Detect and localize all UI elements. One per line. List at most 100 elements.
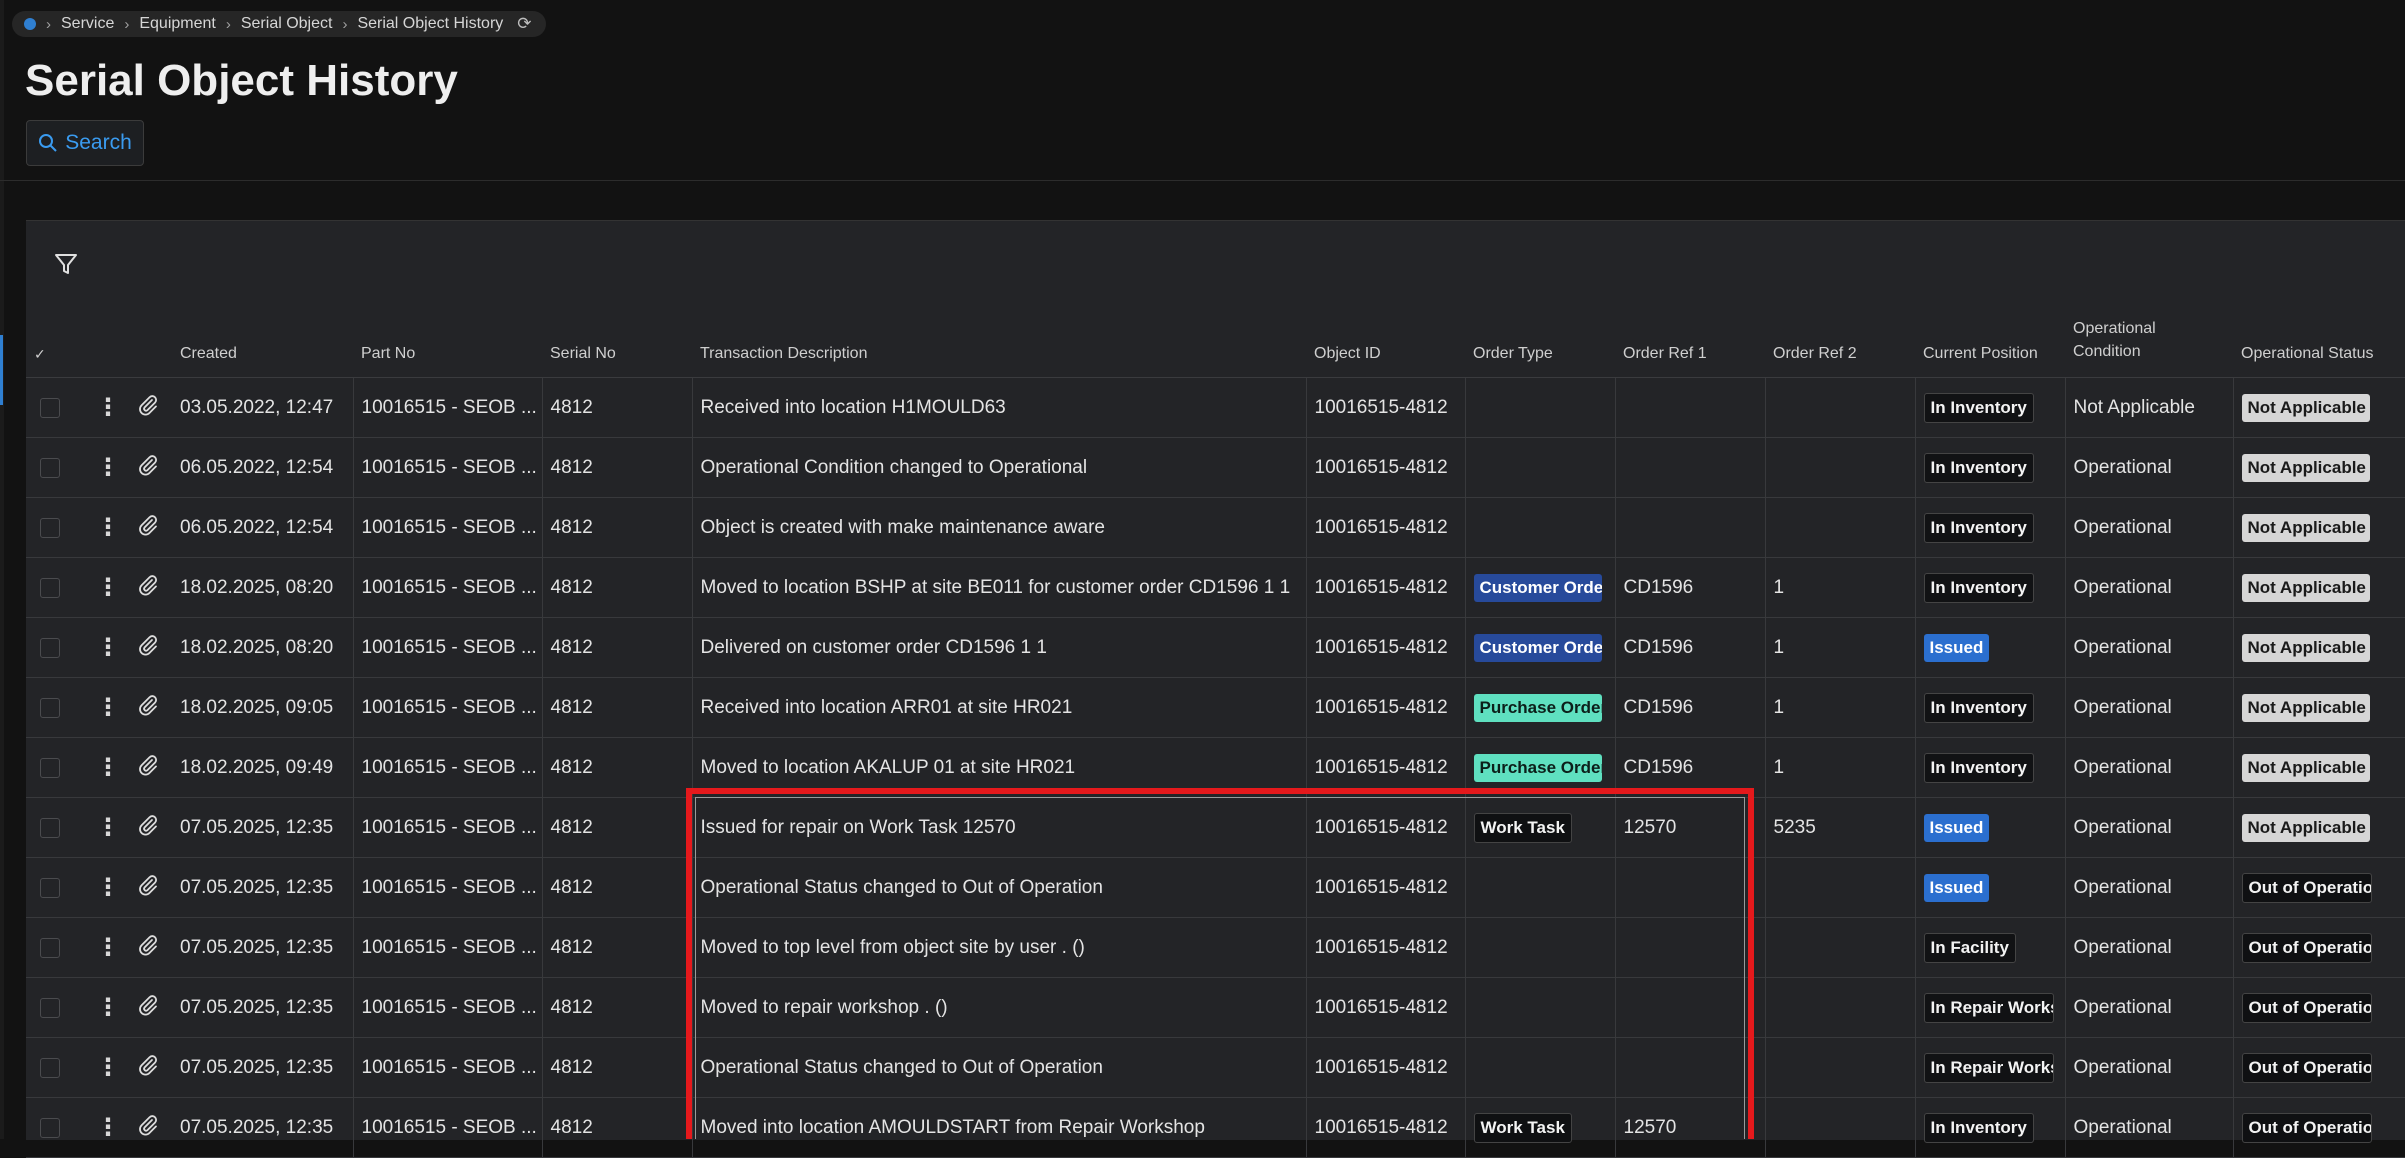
row-checkbox[interactable] [40, 1117, 60, 1138]
transaction-description-cell: Moved to location BSHP at site BE011 for… [691, 557, 1306, 618]
filter-icon[interactable] [53, 251, 79, 277]
paperclip-icon[interactable] [137, 754, 159, 776]
operational-condition-cell: Operational [2064, 737, 2233, 798]
column-header-part-no[interactable]: Part No [353, 301, 542, 378]
operational-status-badge: Not Applicable [2241, 393, 2370, 422]
column-header-transaction-description[interactable]: Transaction Description [692, 301, 1306, 378]
kebab-menu-icon[interactable]: ⋮ [96, 934, 117, 961]
part-no-link[interactable]: 10016515 - SEOB ... [352, 977, 542, 1038]
column-header-operational-condition[interactable]: Operational Condition [2065, 301, 2233, 378]
created-cell: 18.02.2025, 09:49 [172, 737, 353, 798]
paperclip-icon[interactable] [137, 634, 159, 656]
paperclip-icon[interactable] [137, 694, 159, 716]
order-ref-2-cell [1764, 437, 1915, 498]
row-checkbox[interactable] [40, 457, 60, 478]
search-button[interactable]: Search [26, 120, 144, 166]
part-no-link[interactable]: 10016515 - SEOB ... [352, 1037, 542, 1098]
row-checkbox[interactable] [40, 937, 60, 958]
transaction-description-cell: Delivered on customer order CD1596 1 1 [691, 617, 1306, 678]
column-header-order-type[interactable]: Order Type [1465, 301, 1615, 378]
kebab-menu-icon[interactable]: ⋮ [96, 514, 117, 541]
part-no-link[interactable]: 10016515 - SEOB ... [352, 557, 542, 618]
operational-status-badge: Not Applicable [2241, 453, 2370, 482]
paperclip-icon[interactable] [137, 394, 159, 416]
part-no-link[interactable]: 10016515 - SEOB ... [352, 497, 542, 558]
row-select-cell [26, 497, 70, 558]
row-checkbox[interactable] [40, 397, 60, 418]
table-row[interactable]: ⋮ 06.05.2022, 12:54 10016515 - SEOB ... … [26, 497, 2405, 558]
home-dot-icon[interactable] [24, 18, 36, 30]
created-cell: 03.05.2022, 12:47 [172, 377, 353, 438]
paperclip-icon[interactable] [137, 574, 159, 596]
part-no-link[interactable]: 10016515 - SEOB ... [352, 437, 542, 498]
part-no-link[interactable]: 10016515 - SEOB ... [352, 377, 542, 438]
operational-status-cell: Not Applicable [2232, 377, 2405, 438]
created-cell: 07.05.2025, 12:35 [172, 797, 353, 858]
serial-no-cell: 4812 [541, 497, 692, 558]
breadcrumb-item-service[interactable]: Service [61, 15, 114, 33]
paperclip-icon[interactable] [137, 994, 159, 1016]
kebab-menu-icon[interactable]: ⋮ [96, 814, 117, 841]
operational-condition-cell: Operational [2064, 977, 2233, 1038]
kebab-menu-icon[interactable]: ⋮ [96, 394, 117, 421]
column-header-object-id[interactable]: Object ID [1306, 301, 1465, 378]
actions-header [70, 301, 117, 378]
refresh-icon[interactable]: ⟳ [517, 14, 531, 34]
kebab-menu-icon[interactable]: ⋮ [96, 694, 117, 721]
operational-status-badge: Out of Operation [2241, 992, 2372, 1023]
row-checkbox[interactable] [40, 757, 60, 778]
table-row[interactable]: ⋮ 18.02.2025, 08:20 10016515 - SEOB ... … [26, 617, 2405, 678]
part-no-link[interactable]: 10016515 - SEOB ... [352, 917, 542, 978]
kebab-menu-icon[interactable]: ⋮ [96, 754, 117, 781]
breadcrumb-item-equipment[interactable]: Equipment [139, 15, 216, 33]
kebab-menu-icon[interactable]: ⋮ [96, 994, 117, 1021]
part-no-link[interactable]: 10016515 - SEOB ... [352, 677, 542, 738]
part-no-link[interactable]: 10016515 - SEOB ... [352, 617, 542, 678]
paperclip-icon[interactable] [137, 454, 159, 476]
column-header-order-ref-2[interactable]: Order Ref 2 [1765, 301, 1915, 378]
column-header-operational-status[interactable]: Operational Status [2233, 301, 2405, 378]
row-checkbox[interactable] [40, 1057, 60, 1078]
kebab-menu-icon[interactable]: ⋮ [96, 574, 117, 601]
table-row[interactable]: ⋮ 06.05.2022, 12:54 10016515 - SEOB ... … [26, 437, 2405, 498]
row-checkbox[interactable] [40, 577, 60, 598]
part-no-link[interactable]: 10016515 - SEOB ... [352, 737, 542, 798]
row-actions-cell: ⋮ [70, 557, 117, 618]
row-checkbox[interactable] [40, 997, 60, 1018]
row-checkbox[interactable] [40, 697, 60, 718]
paperclip-icon[interactable] [137, 1114, 159, 1136]
column-header-current-position[interactable]: Current Position [1915, 301, 2065, 378]
part-no-link[interactable]: 10016515 - SEOB ... [352, 797, 542, 858]
paperclip-icon[interactable] [137, 514, 159, 536]
attachments-header [117, 301, 172, 378]
column-header-serial-no[interactable]: Serial No [542, 301, 692, 378]
row-checkbox[interactable] [40, 517, 60, 538]
kebab-menu-icon[interactable]: ⋮ [96, 634, 117, 661]
transaction-description-cell: Object is created with make maintenance … [691, 497, 1306, 558]
table-row[interactable]: ⋮ 03.05.2022, 12:47 10016515 - SEOB ... … [26, 377, 2405, 438]
paperclip-icon[interactable] [137, 934, 159, 956]
paperclip-icon[interactable] [137, 874, 159, 896]
created-cell: 07.05.2025, 12:35 [172, 1037, 353, 1098]
kebab-menu-icon[interactable]: ⋮ [96, 1114, 117, 1141]
table-row[interactable]: ⋮ 18.02.2025, 08:20 10016515 - SEOB ... … [26, 557, 2405, 618]
row-attachment-cell [117, 437, 172, 498]
row-checkbox[interactable] [40, 637, 60, 658]
row-actions-cell: ⋮ [70, 617, 117, 678]
row-checkbox[interactable] [40, 817, 60, 838]
kebab-menu-icon[interactable]: ⋮ [96, 874, 117, 901]
table-row[interactable]: ⋮ 18.02.2025, 09:05 10016515 - SEOB ... … [26, 677, 2405, 738]
serial-no-cell: 4812 [541, 677, 692, 738]
part-no-link[interactable]: 10016515 - SEOB ... [352, 1097, 542, 1158]
paperclip-icon[interactable] [137, 814, 159, 836]
part-no-link[interactable]: 10016515 - SEOB ... [352, 857, 542, 918]
select-all-header[interactable]: ✓ [26, 301, 70, 378]
column-header-order-ref-1[interactable]: Order Ref 1 [1615, 301, 1765, 378]
kebab-menu-icon[interactable]: ⋮ [96, 454, 117, 481]
paperclip-icon[interactable] [137, 1054, 159, 1076]
kebab-menu-icon[interactable]: ⋮ [96, 1054, 117, 1081]
row-actions-cell: ⋮ [70, 677, 117, 738]
column-header-created[interactable]: Created [172, 301, 353, 378]
row-checkbox[interactable] [40, 877, 60, 898]
breadcrumb-item-serial-object[interactable]: Serial Object [241, 15, 333, 33]
